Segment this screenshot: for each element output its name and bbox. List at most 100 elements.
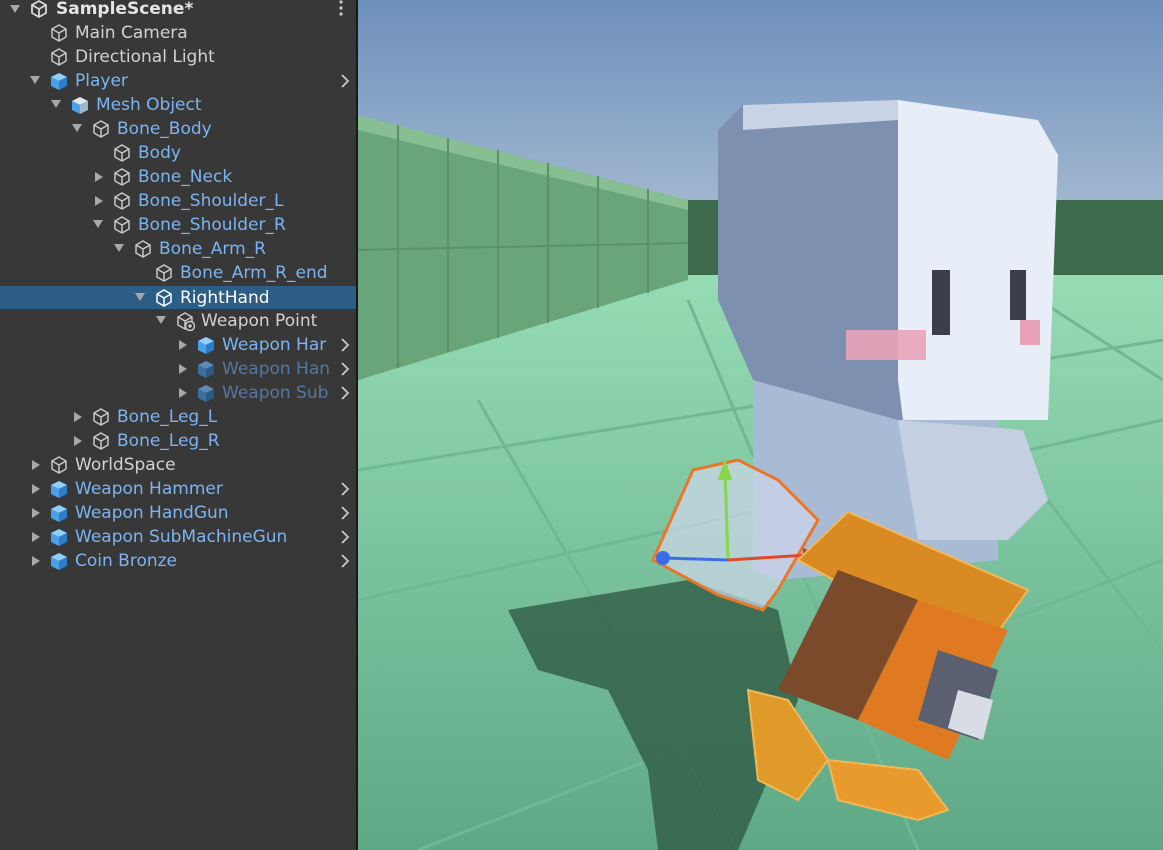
prefab-cube-icon <box>51 73 67 90</box>
fold-arrow-collapsed[interactable] <box>74 436 82 446</box>
fold-arrow-collapsed[interactable] <box>74 412 82 422</box>
fold-arrow-collapsed[interactable] <box>95 172 103 182</box>
fold-arrow-expanded[interactable] <box>114 244 124 252</box>
hierarchy-row[interactable]: Bone_Shoulder_R <box>0 213 356 237</box>
fold-arrow-collapsed[interactable] <box>32 532 40 542</box>
hierarchy-row[interactable]: Weapon Har <box>0 333 356 357</box>
scene-render[interactable] <box>358 0 1163 850</box>
hierarchy-row[interactable]: Bone_Leg_R <box>0 429 356 453</box>
gameobject-icon <box>51 24 67 42</box>
fold-arrow-collapsed[interactable] <box>95 196 103 206</box>
hierarchy-row[interactable]: Bone_Shoulder_L <box>0 189 356 213</box>
open-prefab-chevron-icon[interactable] <box>338 504 352 522</box>
hierarchy-item-label: Bone_Leg_R <box>117 431 220 451</box>
hierarchy-row[interactable]: Weapon SubMachineGun <box>0 525 356 549</box>
fold-arrow-expanded[interactable] <box>30 76 40 84</box>
gizmo-z-axis[interactable] <box>662 556 729 562</box>
gameobject-icon <box>51 456 67 474</box>
hierarchy-row[interactable]: Bone_Neck <box>0 165 356 189</box>
character-eye-right <box>1010 270 1026 320</box>
scene-viewport[interactable] <box>358 0 1163 850</box>
hierarchy-item-label: Body <box>138 143 181 163</box>
hierarchy-row[interactable]: Coin Bronze <box>0 549 356 573</box>
hierarchy-item-label: Bone_Arm_R <box>159 239 266 259</box>
scene-header-row[interactable]: SampleScene* <box>0 0 356 21</box>
character-blush-right <box>1020 320 1040 345</box>
hierarchy-item-label: Weapon Sub <box>222 383 329 403</box>
open-prefab-chevron-icon[interactable] <box>338 552 352 570</box>
prefab-cube-icon <box>198 361 214 378</box>
fold-arrow-expanded[interactable] <box>156 316 166 324</box>
hierarchy-row[interactable]: Weapon Han <box>0 357 356 381</box>
hierarchy-item-label: Main Camera <box>75 23 188 43</box>
fold-arrow-collapsed[interactable] <box>179 340 187 350</box>
hierarchy-item-label: Bone_Body <box>117 119 212 139</box>
open-prefab-chevron-icon[interactable] <box>338 336 352 354</box>
prefab-cube-icon <box>51 481 67 498</box>
hierarchy-row[interactable]: Directional Light <box>0 45 356 69</box>
hierarchy-row[interactable]: Mesh Object <box>0 93 356 117</box>
more-options-icon[interactable] <box>338 0 344 17</box>
hierarchy-item-label: Bone_Leg_L <box>117 407 218 427</box>
character-eye-left <box>932 270 950 335</box>
hierarchy-item-label: Bone_Shoulder_L <box>138 191 284 211</box>
hierarchy-row[interactable]: Bone_Leg_L <box>0 405 356 429</box>
gameobject-icon <box>114 144 130 162</box>
hierarchy-row[interactable]: Bone_Arm_R <box>0 237 356 261</box>
hierarchy-item-label: Weapon Har <box>222 335 327 355</box>
gameobject-icon <box>114 216 130 234</box>
hierarchy-item-label: Weapon Han <box>222 359 329 379</box>
hierarchy-item-label: Weapon HandGun <box>75 503 229 523</box>
hierarchy-item-label: Directional Light <box>75 47 215 67</box>
hierarchy-item-label: Weapon Hammer <box>75 479 223 499</box>
fold-arrow-expanded[interactable] <box>135 293 145 301</box>
hierarchy-item-label: RightHand <box>180 288 270 308</box>
scene-fold-arrow[interactable] <box>10 5 20 13</box>
hierarchy-item-label: Bone_Arm_R_end <box>180 263 328 283</box>
fold-arrow-collapsed[interactable] <box>32 508 40 518</box>
open-prefab-chevron-icon[interactable] <box>338 360 352 378</box>
hierarchy-row[interactable]: Bone_Arm_R_end <box>0 261 356 285</box>
fold-arrow-expanded[interactable] <box>93 220 103 228</box>
open-prefab-chevron-icon[interactable] <box>338 480 352 498</box>
character-blush-left <box>846 330 926 360</box>
hierarchy-row[interactable]: WorldSpace <box>0 453 356 477</box>
hierarchy-item-label: Coin Bronze <box>75 551 178 571</box>
scene-name: SampleScene* <box>56 0 194 19</box>
fold-arrow-expanded[interactable] <box>72 124 82 132</box>
gameobject-icon <box>156 264 172 282</box>
gameobject-icon <box>114 192 130 210</box>
open-prefab-chevron-icon[interactable] <box>338 72 352 90</box>
gameobject-icon <box>93 120 109 138</box>
hierarchy-row[interactable]: Bone_Body <box>0 117 356 141</box>
hierarchy-row[interactable]: Main Camera <box>0 21 356 45</box>
fold-arrow-collapsed[interactable] <box>179 388 187 398</box>
hierarchy-row[interactable]: RightHand <box>0 286 356 309</box>
hierarchy-row[interactable]: Weapon Hammer <box>0 477 356 501</box>
fold-arrow-collapsed[interactable] <box>32 556 40 566</box>
hierarchy-row[interactable]: Weapon HandGun <box>0 501 356 525</box>
gameobject-icon <box>135 240 151 258</box>
unity-scene-icon <box>31 0 47 19</box>
fold-arrow-collapsed[interactable] <box>179 364 187 374</box>
hierarchy-item-label: Bone_Shoulder_R <box>138 215 286 235</box>
hierarchy-item-label: WorldSpace <box>75 455 176 475</box>
fold-arrow-expanded[interactable] <box>51 100 61 108</box>
hierarchy-row[interactable]: Weapon Sub <box>0 381 356 405</box>
hierarchy-item-label: Weapon SubMachineGun <box>75 527 288 547</box>
gameobject-icon <box>114 168 130 186</box>
hierarchy-row[interactable]: Player <box>0 69 356 93</box>
fold-arrow-collapsed[interactable] <box>32 460 40 470</box>
gameobject-icon <box>93 432 109 450</box>
fold-arrow-collapsed[interactable] <box>32 484 40 494</box>
open-prefab-chevron-icon[interactable] <box>338 528 352 546</box>
prefab-cube-icon <box>198 385 214 402</box>
gizmo-z-handle[interactable] <box>656 551 670 565</box>
prefab-cube-icon <box>51 505 67 522</box>
hierarchy-row[interactable]: Weapon Point <box>0 309 356 333</box>
hierarchy-row[interactable]: Body <box>0 141 356 165</box>
hierarchy-item-label: Mesh Object <box>96 95 202 115</box>
open-prefab-chevron-icon[interactable] <box>338 384 352 402</box>
prefab-model-icon <box>72 97 88 114</box>
prefab-cube-icon <box>51 553 67 570</box>
